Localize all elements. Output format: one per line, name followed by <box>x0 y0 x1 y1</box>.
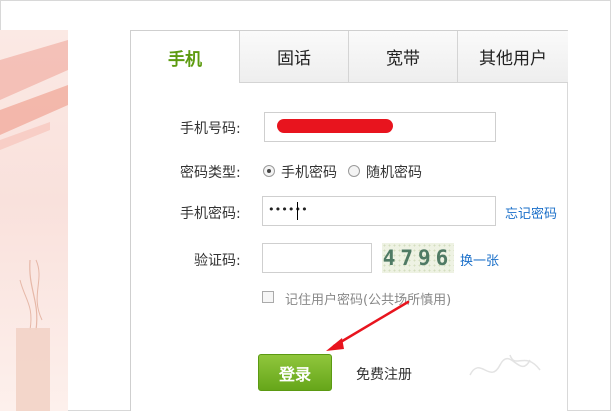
password-input[interactable]: •••••• <box>262 196 496 226</box>
radio-random-password[interactable] <box>348 165 360 177</box>
banner-artwork <box>0 40 68 411</box>
background-sketch <box>469 354 541 376</box>
captcha-label: 验证码: <box>194 253 241 269</box>
tab-mobile[interactable]: 手机 <box>131 31 239 83</box>
promo-banner <box>0 30 68 411</box>
login-button[interactable]: 登录 <box>258 354 332 391</box>
radio-mobile-password[interactable] <box>263 165 275 177</box>
captcha-input[interactable] <box>262 243 372 273</box>
captcha-image[interactable]: 4796 <box>382 243 454 273</box>
password-label: 手机密码: <box>180 206 241 222</box>
radio-random-password-label[interactable]: 随机密码 <box>366 162 422 182</box>
captcha-image-text: 4796 <box>382 246 454 270</box>
tab-broadband[interactable]: 宽带 <box>348 31 457 83</box>
red-arrow-annotation <box>326 300 410 351</box>
phone-number-label: 手机号码: <box>180 121 241 137</box>
remember-password-checkbox[interactable] <box>262 291 274 303</box>
text-caret <box>297 202 298 220</box>
password-value: •••••• <box>268 203 308 216</box>
redaction-scribble <box>277 119 393 133</box>
refresh-captcha-link[interactable]: 换一张 <box>460 250 499 269</box>
free-register-link[interactable]: 免费注册 <box>356 364 412 384</box>
forgot-password-link[interactable]: 忘记密码 <box>505 203 557 222</box>
phone-number-input[interactable] <box>264 112 496 142</box>
tab-other-users[interactable]: 其他用户 <box>457 31 568 83</box>
tab-landline[interactable]: 固话 <box>239 31 348 83</box>
password-type-label: 密码类型: <box>180 165 241 181</box>
radio-mobile-password-label[interactable]: 手机密码 <box>281 162 337 182</box>
login-type-tabs: 手机 固话 宽带 其他用户 <box>131 31 568 83</box>
